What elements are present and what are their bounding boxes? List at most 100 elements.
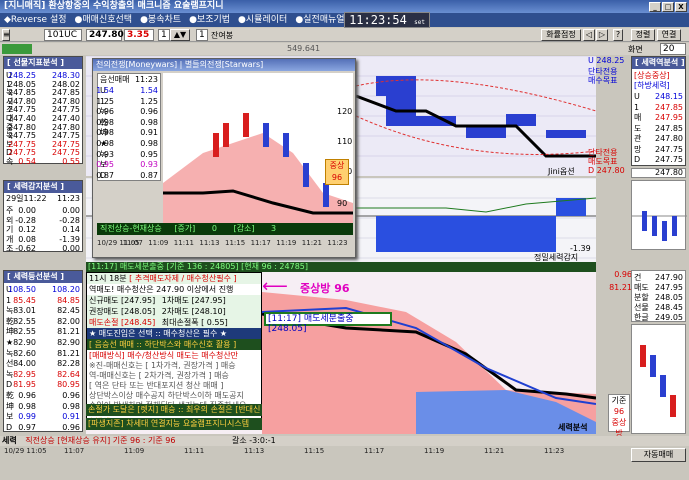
data-row: 1 247.85: [632, 102, 685, 113]
popup-footer-val2: 3: [271, 224, 277, 233]
info-line14: 손절가 도달은 [렛지] 매승 :: 최우의 손절은 [반대신호발생]: [86, 404, 262, 426]
force-analysis-label: 세력분석: [558, 423, 588, 432]
popup-sub-time: 11:23: [134, 75, 158, 84]
row-value: 82.55: [13, 316, 36, 326]
menu-reverse[interactable]: ◆Reverse 설정: [0, 13, 71, 27]
qty1-stepper[interactable]: ▲▼: [170, 29, 190, 41]
popup-candle: [303, 163, 309, 187]
data-row: 망 247.75: [632, 144, 685, 155]
info-time: 11시 18분: [89, 274, 127, 283]
data-row: 坤 82.55 81.21: [4, 326, 82, 337]
maximize-button[interactable]: □: [662, 2, 674, 12]
menu-aux[interactable]: ●보조기법: [185, 13, 234, 27]
qty2-field[interactable]: 1: [196, 29, 208, 41]
row-label: 속: [6, 157, 14, 166]
row-value: 0.98: [96, 139, 114, 148]
row-label: 매: [634, 113, 642, 122]
row-value: 82.64: [57, 369, 80, 379]
right-price-box: 247.80: [631, 168, 686, 178]
menu-manual[interactable]: ●실전매뉴얼: [291, 13, 348, 27]
qty1-field[interactable]: 1: [158, 29, 170, 41]
time-tick: 11:19: [424, 447, 445, 455]
right-values: 0.96 81.21: [602, 270, 632, 292]
row-value: 1.54: [96, 86, 114, 95]
help-button[interactable]: ?: [613, 29, 623, 41]
row-value: 82.55: [13, 327, 36, 337]
time-tick: 11:13: [199, 239, 220, 247]
force-bar: [376, 216, 556, 252]
mini-bar: [652, 216, 657, 236]
row-label: 보: [6, 412, 14, 422]
row-value: 0.96: [140, 107, 158, 117]
change-field: 3.35: [124, 29, 154, 41]
minimize-button[interactable]: _: [649, 2, 661, 12]
row-label: D: [634, 155, 641, 164]
popup-footer-label: 직전상승-현재상승: [100, 224, 162, 233]
panel-sub2: [하방세력]: [634, 81, 670, 90]
row-value: 247.85: [655, 123, 683, 133]
time-tick: 11:07: [122, 239, 143, 247]
row-value: 1.25: [140, 96, 158, 106]
row-value: 82.95: [13, 369, 36, 379]
data-row: 乾 0.98 0.98: [96, 117, 160, 128]
row-value: -0.62: [15, 244, 36, 253]
popup-sub-title: 음선매매: [100, 75, 130, 84]
row-value: 1.25: [96, 96, 114, 106]
popup-candle: [223, 123, 229, 147]
next-button[interactable]: ▷: [596, 29, 608, 41]
zoom-input[interactable]: 20: [660, 43, 686, 55]
row-value: 0.97: [18, 422, 36, 432]
settings-icon[interactable]: ≡: [2, 29, 10, 41]
data-row: 선 84.00 82.28: [4, 358, 82, 369]
left-arrow-icon: ⟵: [262, 276, 288, 297]
badge-line1: 기준: [611, 396, 627, 405]
info-line8: [매매방식] 매수/청산방식 매도는 매수청산만: [89, 351, 239, 360]
price-row: 한글 249.05: [632, 312, 685, 323]
row-value: 83.01: [13, 306, 36, 316]
row-value: 0.91: [62, 412, 80, 422]
popup-candle: [283, 133, 289, 157]
candle-box: [466, 126, 506, 138]
data-row: D 0.97 0.96: [4, 422, 82, 433]
mid-chart-value: -1.39: [570, 244, 591, 253]
moneywars-popup[interactable]: 천의전쟁[Moneywars] | 별들의전쟁[Starwars] 음선매매 11…: [92, 58, 356, 258]
sort-button[interactable]: 정렬: [631, 29, 655, 41]
row-value: 0.98: [18, 401, 36, 411]
force-detect-panel: [ 세력감지분석 ] 29일11:22 11:23 주 0.00 0.00 외 -0.28…: [3, 180, 83, 253]
menu-simulator[interactable]: ●시뮬레이터: [234, 13, 291, 27]
row-value: 0.55: [62, 157, 80, 166]
popup-footer-val1: 0: [211, 224, 217, 233]
clock-set[interactable]: set: [414, 19, 425, 26]
auto-trade-button[interactable]: 자동매매: [631, 448, 686, 462]
info-line12: 상단박스이상 매수공지 하단박스이하 매도공지: [89, 391, 244, 400]
status-left: 세력: [2, 436, 17, 445]
info-sell1: 1차매도 [247.95]: [161, 296, 226, 305]
info-line6: ★ 매도진입은 선택 :: 매수청산은 필수 ★: [87, 328, 261, 339]
row-label: D: [6, 380, 13, 390]
upper-price-label: U 248.25: [588, 56, 625, 65]
row-label: 1: [6, 295, 12, 305]
time-axis: 10/29 11:05 11:07 11:09 11:11 11:13 11:15 11:1…: [4, 447, 604, 457]
data-row: 坤 0.98 0.98: [4, 401, 82, 412]
row-value: 249.05: [655, 313, 683, 322]
data-row: 매 247.95: [632, 112, 685, 123]
right-value-1: 0.96: [614, 270, 632, 279]
data-row: 속 0.54 0.55: [4, 156, 82, 167]
prev-button[interactable]: ◁: [583, 29, 595, 41]
price-field: 247.80: [86, 29, 124, 41]
link-button[interactable]: 연결: [657, 29, 681, 41]
code-input[interactable]: 101UC: [44, 29, 82, 41]
menu-candle-chart[interactable]: ●봉속차트: [136, 13, 185, 27]
mini-bar: [662, 221, 667, 241]
zoom-ratio-button[interactable]: 화률점정: [541, 29, 581, 41]
time-tick: 11:09: [148, 239, 169, 247]
toolbar-secondary: 549.641 화면 20: [0, 43, 689, 55]
row-label: 한글: [634, 313, 649, 322]
time-tick: 11:07: [64, 447, 85, 455]
clock-display: 11:23:54 set: [344, 12, 430, 28]
menu-signal[interactable]: ●매매신호선택: [71, 13, 137, 27]
time-tick: 11:19: [276, 239, 297, 247]
data-row: 1 1.25 1.25: [96, 96, 160, 107]
close-button[interactable]: X: [675, 2, 687, 12]
toolbar: ≡ 101UC 247.80 3.35 1 ▲▼ 1 잔여봉 화률점정 ◁ ▷ …: [0, 28, 689, 42]
